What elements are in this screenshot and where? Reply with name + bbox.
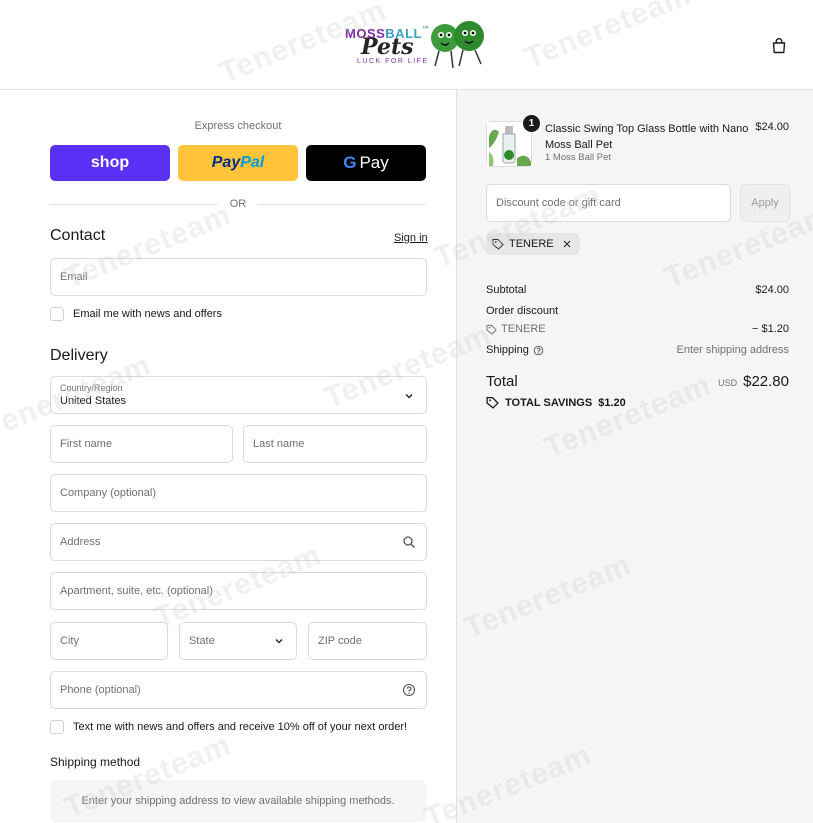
total-row: Total USD $22.80 — [486, 373, 789, 390]
help-circle-icon[interactable] — [533, 345, 544, 356]
shop-pay-button[interactable]: shop — [50, 145, 170, 181]
country-select[interactable]: Country/Region United States — [50, 376, 427, 414]
google-pay-logo: G Pay — [343, 153, 389, 172]
logo-tagline: LUCK FOR LIFE — [357, 58, 429, 65]
shipping-row: Shipping Enter shipping address — [486, 344, 789, 356]
order-discount-row: Order discount — [486, 305, 559, 317]
zip-code-field[interactable]: ZIP code — [308, 622, 427, 660]
header: MOSSBALL™ Pets LUCK FOR LIFE — [0, 0, 813, 90]
express-checkout-label: Express checkout — [194, 120, 282, 132]
total-savings: TOTAL SAVINGS $1.20 — [486, 396, 626, 409]
remove-discount-icon[interactable] — [562, 239, 572, 249]
first-name-field[interactable]: First name — [50, 425, 233, 463]
logo-pets-text: Pets — [361, 34, 414, 60]
product-name: Classic Swing Top Glass Bottle with Nano… — [545, 123, 749, 151]
moss-ball-mascots-icon — [431, 21, 484, 69]
subtotal-row: Subtotal $24.00 — [486, 284, 789, 296]
newsletter-row[interactable]: Email me with news and offers — [50, 307, 222, 321]
paypal-logo: PayPal — [211, 154, 265, 171]
applied-discount-chip: TENERE — [486, 233, 580, 255]
product-variant: 1 Moss Ball Pet — [545, 152, 611, 163]
email-field[interactable]: Email — [50, 258, 427, 296]
discount-code-row: TENERE − $1.20 — [486, 323, 789, 335]
store-logo[interactable]: MOSSBALL™ Pets LUCK FOR LIFE — [343, 16, 495, 74]
sms-offers-checkbox[interactable] — [50, 720, 64, 734]
tag-icon — [492, 239, 504, 250]
shipping-value: Enter shipping address — [676, 344, 789, 356]
chevron-down-icon — [275, 639, 283, 644]
quantity-badge: 1 — [523, 115, 540, 132]
discount-code-field[interactable]: Discount code or gift card — [486, 184, 731, 222]
subtotal-value: $24.00 — [755, 284, 789, 296]
shipping-method-heading: Shipping method — [50, 755, 141, 769]
sign-in-link[interactable]: Sign in — [394, 232, 428, 244]
shop-pay-logo: shop — [90, 154, 130, 171]
city-field[interactable]: City — [50, 622, 168, 660]
chevron-down-icon — [405, 394, 413, 399]
apartment-field[interactable]: Apartment, suite, etc. (optional) — [50, 572, 427, 610]
shopping-bag-icon[interactable] — [770, 37, 788, 55]
company-field[interactable]: Company (optional) — [50, 474, 427, 512]
phone-field[interactable]: Phone (optional) — [50, 671, 427, 709]
paypal-button[interactable]: PayPal — [178, 145, 298, 181]
apply-discount-button[interactable]: Apply — [740, 184, 790, 222]
google-pay-button[interactable]: G Pay — [306, 145, 426, 181]
contact-heading: Contact — [50, 227, 106, 244]
last-name-field[interactable]: Last name — [243, 425, 427, 463]
checkout-form: Express checkout shop PayPal G Pay OR Con… — [0, 90, 456, 823]
product-price: $24.00 — [755, 121, 789, 133]
discount-value: − $1.20 — [751, 323, 789, 335]
tag-icon — [486, 324, 497, 335]
address-field[interactable]: Address — [50, 523, 427, 561]
help-circle-icon[interactable] — [402, 683, 416, 697]
delivery-heading: Delivery — [50, 347, 108, 364]
savings-tag-icon — [486, 396, 499, 409]
state-select[interactable]: State — [179, 622, 297, 660]
shipping-method-placeholder: Enter your shipping address to view avai… — [50, 780, 426, 822]
newsletter-checkbox[interactable] — [50, 307, 64, 321]
or-divider: OR — [50, 197, 426, 211]
sms-offers-row[interactable]: Text me with news and offers and receive… — [50, 720, 407, 734]
total-amount: USD $22.80 — [718, 373, 789, 390]
search-icon — [403, 536, 415, 548]
order-summary: 1 Classic Swing Top Glass Bottle with Na… — [456, 90, 813, 823]
